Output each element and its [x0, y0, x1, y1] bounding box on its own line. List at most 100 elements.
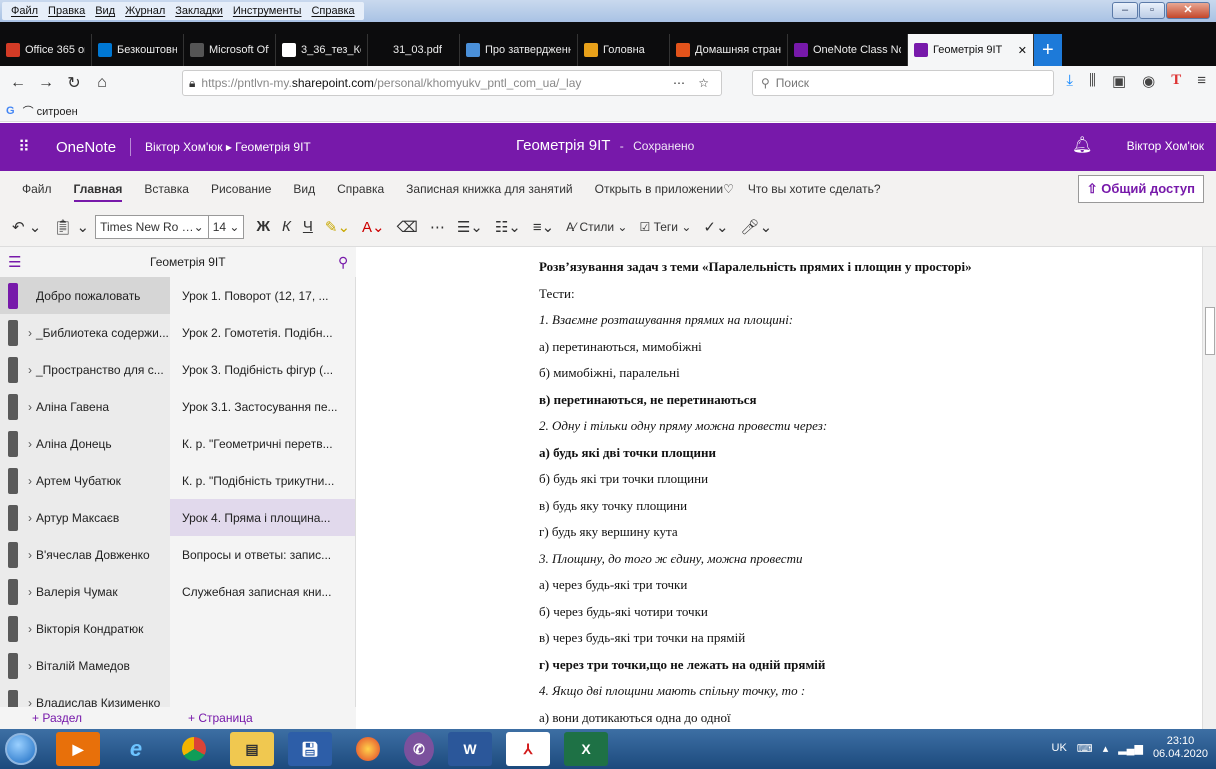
section-item[interactable]: › Артем Чубатюк [0, 462, 170, 499]
taskbar-chrome-icon[interactable] [172, 732, 216, 766]
breadcrumb[interactable]: Віктор Хом'юк ▸ Геометрія 9ІТ [145, 140, 311, 154]
taskbar-ie-icon[interactable]: e [114, 732, 158, 766]
align-icon[interactable]: ≡⌄ [533, 218, 554, 236]
tray-arrow-icon[interactable]: ▴ [1103, 742, 1109, 755]
bell-icon[interactable]: 🔔︎ [1072, 135, 1092, 155]
browser-tab[interactable]: Головна [578, 34, 670, 66]
ribbon-tab[interactable]: Рисование [211, 182, 271, 196]
taskbar-firefox-icon[interactable] [346, 732, 390, 766]
browser-tab[interactable]: 31_03.pdf [368, 34, 460, 66]
back-icon[interactable]: ← [4, 74, 32, 92]
clear-format-icon[interactable]: ⌫ [397, 218, 418, 236]
section-item[interactable]: › Аліна Донець [0, 425, 170, 462]
add-page-button[interactable]: + Страница [188, 711, 253, 725]
spelling-icon[interactable]: ✓⌄ [703, 218, 728, 236]
bold-button[interactable]: Ж [256, 218, 270, 235]
ribbon-tab[interactable]: Главная [73, 182, 123, 202]
ribbon-tab[interactable]: Файл [22, 182, 52, 196]
taskbar-word-icon[interactable]: W [448, 732, 492, 766]
taskbar-explorer-icon[interactable]: ▤ [230, 732, 274, 766]
tab-close-icon[interactable]: ✕ [1018, 44, 1027, 57]
app-brand[interactable]: OneNote [56, 139, 116, 156]
page-item[interactable]: Урок 2. Гомотетія. Подібн... [170, 314, 355, 351]
new-tab-button[interactable]: + [1034, 34, 1062, 66]
sidebar-icon[interactable]: ▣ [1112, 72, 1126, 90]
browser-tab[interactable]: Microsoft Office [184, 34, 276, 66]
content-scrollbar[interactable] [1202, 247, 1216, 729]
search-input[interactable]: ⚲ Поиск [752, 70, 1054, 96]
page-actions-icon[interactable]: ⋯ [673, 76, 685, 90]
underline-button[interactable]: Ч [303, 218, 313, 235]
browser-tab[interactable]: Безкоштовний М [92, 34, 184, 66]
library-icon[interactable]: ⫼ [1089, 72, 1096, 90]
bookmark-item[interactable]: ⌒ ситроен [23, 103, 78, 119]
browser-tab[interactable]: OneNote Class No [788, 34, 908, 66]
font-family-select[interactable]: Times New Ro …⌄ [95, 214, 209, 239]
clipboard-icon[interactable]: 📋︎ ⌄ [53, 218, 89, 236]
font-color-icon[interactable]: A⌄ [362, 218, 385, 236]
ribbon-tab[interactable]: Записная книжка для занятий [406, 182, 572, 196]
hamburger-icon[interactable]: ☰ [8, 253, 21, 271]
bullets-icon[interactable]: ☰⌄ [457, 218, 483, 236]
section-item[interactable]: › _Библиотека содержи... [0, 314, 170, 351]
ribbon-tab[interactable]: Что вы хотите сделать? [748, 182, 881, 196]
minimize-button[interactable]: – [1112, 2, 1138, 19]
bookmark-star-icon[interactable]: ☆ [698, 76, 709, 90]
section-item[interactable]: › Віталій Мамедов [0, 647, 170, 684]
italic-button[interactable]: К [282, 218, 291, 235]
extension-icon[interactable]: T [1171, 72, 1181, 90]
numbering-icon[interactable]: ☷⌄ [495, 218, 521, 236]
clock[interactable]: 23:10 06.04.2020 [1153, 735, 1208, 761]
page-item[interactable]: Служебная записная кни... [170, 573, 355, 610]
ribbon-tab[interactable]: Вид [293, 182, 315, 196]
language-indicator[interactable]: UK [1052, 742, 1067, 754]
browser-tab[interactable]: Office 365 опис [0, 34, 92, 66]
section-item[interactable]: Добро пожаловать [0, 277, 170, 314]
styles-button[interactable]: A⁄ Стили ⌄ [566, 220, 627, 234]
section-item[interactable]: › Артур Максаєв [0, 499, 170, 536]
page-item[interactable]: Вопросы и ответы: запис... [170, 536, 355, 573]
app-launcher-icon[interactable]: ⠿ [0, 137, 48, 157]
taskbar-media-icon[interactable]: ▶ [56, 732, 100, 766]
page-item[interactable]: Урок 4. Пряма і площина... [170, 499, 355, 536]
taskbar-save-icon[interactable]: 💾︎ [288, 732, 332, 766]
page-item[interactable]: Урок 3. Подібність фігур (... [170, 351, 355, 388]
menu-icon[interactable]: ≡ [1197, 72, 1206, 90]
keyboard-icon[interactable]: ⌨ [1077, 742, 1093, 755]
undo-icon[interactable]: ↶ ⌄ [12, 218, 41, 236]
section-item[interactable]: › Вікторія Кондратюк [0, 610, 170, 647]
section-item[interactable]: › В'ячеслав Довженко [0, 536, 170, 573]
maximize-button[interactable]: ▫ [1139, 2, 1165, 19]
section-item[interactable]: › Валерія Чумак [0, 573, 170, 610]
page-item[interactable]: Урок 3.1. Застосування пе... [170, 388, 355, 425]
add-section-button[interactable]: + Раздел [32, 711, 82, 725]
menu-item[interactable]: Инструменты [228, 5, 307, 17]
page-content[interactable]: Розв’язування задач з теми «Паралельніст… [356, 247, 1202, 729]
google-icon[interactable]: G [6, 105, 15, 117]
menu-item[interactable]: Закладки [170, 5, 228, 17]
reload-icon[interactable]: ↻ [60, 73, 88, 93]
browser-tab[interactable]: Домашняя страни [670, 34, 788, 66]
notebook-name[interactable]: Геометрія 9ІТ [150, 255, 226, 269]
home-icon[interactable]: ⌂ [88, 74, 116, 92]
tags-button[interactable]: ☑ Теги ⌄ [639, 220, 691, 234]
menu-item[interactable]: Правка [43, 5, 90, 17]
search-notebook-icon[interactable]: ⚲ [338, 254, 348, 271]
page-item[interactable]: Урок 1. Поворот (12, 17, ... [170, 277, 355, 314]
menu-item[interactable]: Справка [306, 5, 359, 17]
forward-icon[interactable]: → [32, 74, 60, 92]
dictate-icon[interactable]: 🎤︎⌄ [741, 218, 773, 236]
taskbar-viber-icon[interactable]: ✆ [404, 732, 434, 766]
account-icon[interactable]: ◉ [1142, 72, 1155, 90]
start-button[interactable] [0, 729, 42, 769]
section-item[interactable]: › Владислав Кизименко [0, 684, 170, 707]
menu-item[interactable]: Вид [90, 5, 120, 17]
font-size-select[interactable]: 14 ⌄ [208, 214, 245, 239]
menu-item[interactable]: Журнал [120, 5, 170, 17]
url-bar[interactable]: 🔒︎ https://pntlvn-my. sharepoint.com/pers… [182, 70, 722, 96]
taskbar-excel-icon[interactable]: X [564, 732, 608, 766]
close-button[interactable]: ✕ [1166, 2, 1210, 19]
share-button[interactable]: ⇧ Общий доступ [1077, 175, 1204, 203]
browser-tab[interactable]: Геометрія 9ІТ ✕ [908, 34, 1034, 66]
ribbon-tab[interactable]: Открыть в приложении [595, 182, 723, 196]
